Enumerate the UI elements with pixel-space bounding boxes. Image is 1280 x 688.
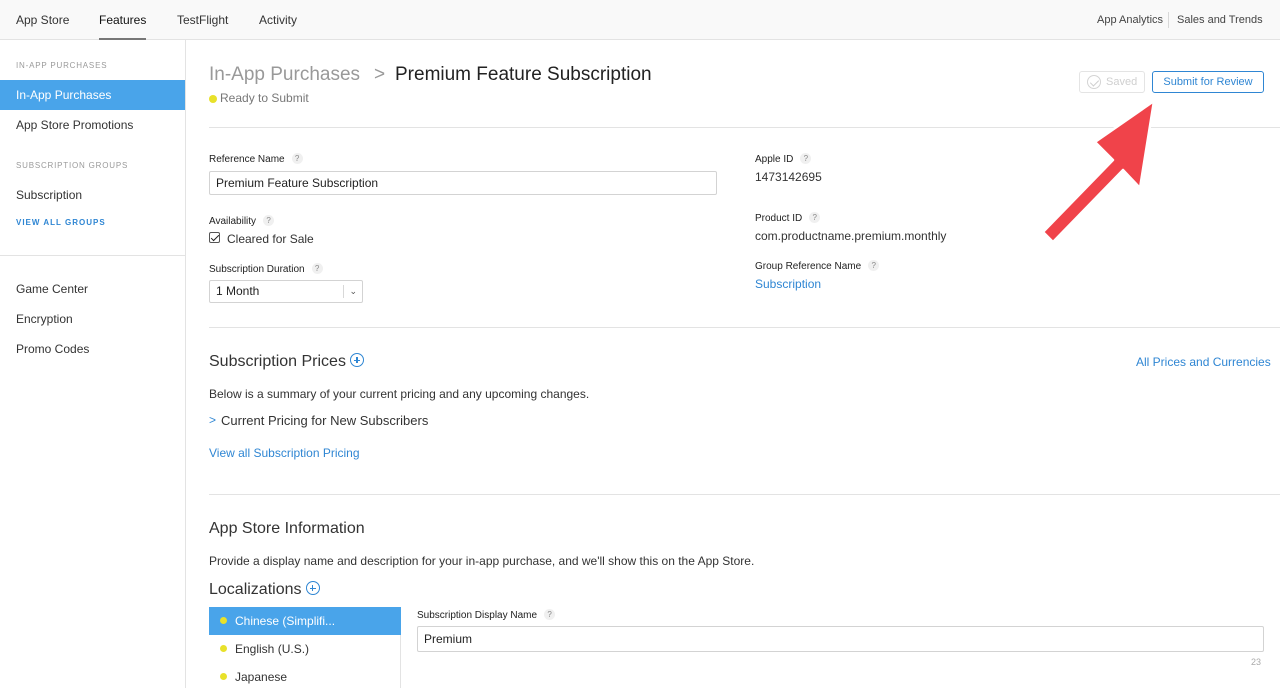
saved-label: Saved [1106, 76, 1138, 88]
cleared-for-sale-label: Cleared for Sale [227, 232, 314, 246]
help-icon[interactable]: ? [544, 609, 556, 620]
tab-activity[interactable]: Activity [259, 0, 297, 40]
status-dot-icon [209, 95, 217, 103]
group-reference-name-label: Group Reference Name? [755, 260, 880, 272]
submit-for-review-button[interactable]: Submit for Review [1152, 71, 1264, 93]
tab-testflight[interactable]: TestFlight [177, 0, 228, 40]
product-id-label: Product ID? [755, 212, 821, 224]
reference-name-label: Reference Name? [209, 153, 303, 165]
annotation-arrow-icon [1041, 99, 1156, 244]
help-icon[interactable]: ? [809, 212, 821, 223]
availability-label: Availability? [209, 215, 275, 227]
availability-label-text: Availability [209, 216, 257, 227]
display-name-input[interactable]: Premium [417, 626, 1264, 652]
status-text: Ready to Submit [220, 91, 309, 105]
localization-item-chinese[interactable]: Chinese (Simplifi... [209, 607, 401, 635]
all-prices-link[interactable]: All Prices and Currencies [1136, 355, 1271, 369]
localization-label: English (U.S.) [235, 642, 310, 656]
product-id-label-text: Product ID [755, 213, 803, 224]
sidebar-heading-groups: SUBSCRIPTION GROUPS [16, 161, 129, 170]
display-name-label: Subscription Display Name? [417, 609, 556, 621]
subscription-prices-title-text: Subscription Prices [209, 353, 346, 370]
group-reference-name-label-text: Group Reference Name [755, 261, 862, 272]
saved-button[interactable]: Saved [1079, 71, 1145, 93]
app-analytics-link[interactable]: App Analytics [1097, 0, 1163, 40]
duration-select[interactable]: 1 Month ⌄ [209, 280, 363, 303]
view-all-pricing-link[interactable]: View all Subscription Pricing [209, 446, 360, 460]
sidebar-divider [0, 255, 185, 256]
localization-label: Chinese (Simplifi... [235, 614, 336, 628]
localizations-title: Localizations [209, 581, 320, 599]
localizations-title-text: Localizations [209, 581, 302, 598]
apple-id-label: Apple ID? [755, 153, 812, 165]
divider [209, 327, 1280, 328]
add-price-plus-icon[interactable] [349, 353, 364, 367]
apple-id-label-text: Apple ID [755, 154, 794, 165]
top-navigation: App Store Features TestFlight Activity A… [0, 0, 1280, 40]
character-counter: 23 [1251, 657, 1262, 667]
nav-separator [1168, 12, 1169, 28]
tab-app-store[interactable]: App Store [16, 0, 69, 40]
sidebar-item-subscription[interactable]: Subscription [0, 180, 185, 210]
divider [209, 494, 1280, 495]
chevron-down-icon: ⌄ [349, 286, 357, 296]
localization-list: Chinese (Simplifi... English (U.S.) Japa… [209, 607, 401, 688]
sidebar-item-promo-codes[interactable]: Promo Codes [0, 334, 185, 364]
add-localization-plus-icon[interactable] [305, 581, 320, 595]
localization-item-english[interactable]: English (U.S.) [209, 635, 401, 663]
help-icon[interactable]: ? [800, 153, 812, 164]
sidebar-item-in-app-purchases[interactable]: In-App Purchases [0, 80, 185, 110]
prices-summary: Below is a summary of your current prici… [209, 387, 590, 401]
breadcrumb-chevron-icon: > [374, 64, 386, 85]
select-divider [343, 285, 344, 298]
duration-label: Subscription Duration? [209, 263, 323, 275]
reference-name-label-text: Reference Name [209, 154, 285, 165]
display-name-label-text: Subscription Display Name [417, 610, 538, 621]
disclosure-chevron-icon[interactable]: > [209, 413, 216, 427]
subscription-prices-title: Subscription Prices [209, 353, 364, 371]
apple-id-value: 1473142695 [755, 170, 822, 184]
help-icon[interactable]: ? [311, 263, 323, 274]
current-pricing-toggle[interactable]: Current Pricing for New Subscribers [221, 413, 428, 428]
help-icon[interactable]: ? [291, 153, 303, 164]
sidebar-item-app-store-promotions[interactable]: App Store Promotions [0, 110, 185, 140]
sidebar-heading-iap: IN-APP PURCHASES [16, 61, 108, 70]
checkmark-circle-icon [1087, 75, 1101, 89]
sidebar-item-game-center[interactable]: Game Center [0, 274, 185, 304]
help-icon[interactable]: ? [868, 260, 880, 271]
annotation-arrow-shape [1041, 99, 1156, 244]
app-store-info-description: Provide a display name and description f… [209, 554, 755, 568]
localization-item-japanese[interactable]: Japanese [209, 663, 401, 688]
sidebar-item-encryption[interactable]: Encryption [0, 304, 185, 334]
status-dot-icon [220, 645, 227, 652]
product-id-value: com.productname.premium.monthly [755, 229, 947, 243]
page-title: Premium Feature Subscription [395, 64, 652, 85]
tab-features[interactable]: Features [99, 0, 147, 40]
duration-label-text: Subscription Duration [209, 264, 305, 275]
view-all-groups-link[interactable]: VIEW ALL GROUPS [16, 218, 106, 227]
cleared-for-sale-checkbox[interactable] [209, 232, 220, 243]
sales-and-trends-link[interactable]: Sales and Trends [1177, 0, 1263, 40]
breadcrumb-parent[interactable]: In-App Purchases [209, 64, 360, 86]
status-dot-icon [220, 673, 227, 680]
localization-label: Japanese [235, 670, 288, 684]
reference-name-input[interactable]: Premium Feature Subscription [209, 171, 717, 195]
app-store-info-title: App Store Information [209, 520, 365, 537]
status-dot-icon [220, 617, 227, 624]
group-reference-link[interactable]: Subscription [755, 277, 821, 291]
help-icon[interactable]: ? [263, 215, 275, 226]
sidebar: IN-APP PURCHASES In-App Purchases App St… [0, 40, 186, 688]
duration-value: 1 Month [216, 284, 260, 298]
